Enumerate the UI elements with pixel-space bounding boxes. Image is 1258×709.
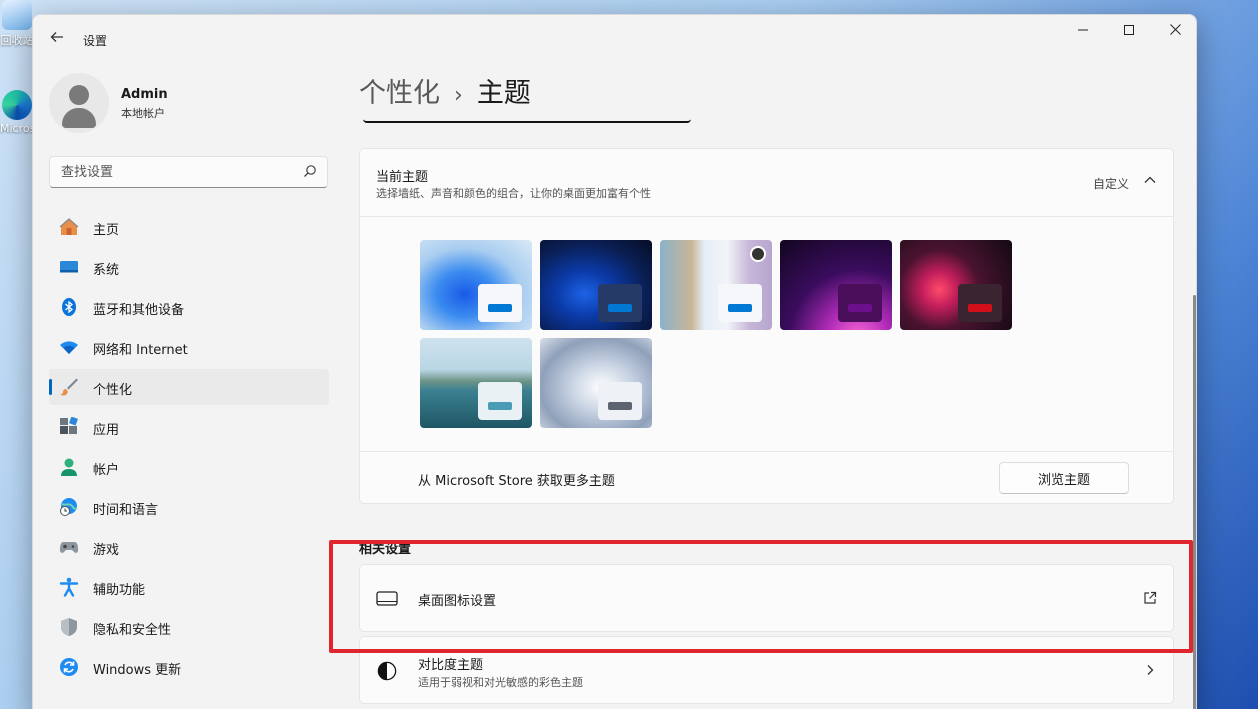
sidebar-item-windows-update[interactable]: Windows 更新 — [49, 649, 329, 685]
minimize-button[interactable] — [1060, 15, 1106, 49]
maximize-icon — [1124, 25, 1134, 35]
sidebar-item-accessibility[interactable]: 辅助功能 — [49, 569, 329, 605]
monitor-icon — [376, 591, 398, 606]
minimize-icon — [1078, 29, 1088, 31]
theme-thumbnail-7[interactable] — [540, 338, 652, 428]
breadcrumb-parent[interactable]: 个性化 — [359, 78, 440, 109]
contrast-themes-row[interactable]: 对比度主题 适用于弱视和对光敏感的彩色主题 — [359, 636, 1174, 704]
close-button[interactable] — [1152, 15, 1196, 49]
sidebar-item-label: 时间和语言 — [93, 503, 159, 518]
sidebar-item-label: 个性化 — [93, 383, 133, 398]
maximize-button[interactable] — [1106, 15, 1152, 49]
desktop-icon-settings-row[interactable]: 桌面图标设置 — [359, 564, 1174, 632]
breadcrumb-separator: › — [454, 83, 463, 108]
sidebar-item-personalization[interactable]: 个性化 — [49, 369, 329, 405]
edge-icon — [2, 90, 32, 120]
sidebar-item-label: 应用 — [93, 423, 120, 438]
store-themes-text: 从 Microsoft Store 获取更多主题 — [418, 474, 615, 489]
globe-clock-icon — [60, 498, 78, 516]
desktop-recycle-bin[interactable]: 回收站 — [0, 0, 34, 48]
theme-thumbnail-3[interactable] — [660, 240, 772, 330]
accessibility-icon — [59, 577, 79, 597]
app-title: 设置 — [83, 34, 108, 48]
search-box[interactable] — [49, 156, 328, 188]
sidebar-item-privacy[interactable]: 隐私和安全性 — [49, 609, 329, 645]
contrast-icon — [377, 661, 397, 681]
close-icon — [1169, 24, 1181, 35]
title-bar: 设置 — [33, 15, 1196, 61]
vertical-scrollbar[interactable] — [1193, 295, 1196, 709]
theme-thumbnail-2[interactable] — [540, 240, 652, 330]
sidebar-item-label: Windows 更新 — [93, 663, 182, 678]
sidebar-nav: 主页 系统 蓝牙和其他设备 网络和 Internet 个性化 应用 帐户 时间和… — [49, 209, 329, 689]
avatar — [49, 73, 109, 133]
sidebar-item-label: 主页 — [93, 223, 120, 238]
current-theme-header[interactable]: 当前主题 选择墙纸、声音和颜色的组合，让你的桌面更加富有个性 自定义 — [360, 149, 1173, 217]
back-button[interactable] — [43, 27, 71, 51]
user-profile[interactable]: Admin 本地帐户 — [49, 73, 339, 133]
wifi-icon — [60, 341, 78, 354]
current-theme-value: 自定义 — [1092, 177, 1129, 191]
home-icon — [59, 218, 79, 235]
external-link-icon — [1144, 591, 1157, 604]
current-theme-subtitle: 选择墙纸、声音和颜色的组合，让你的桌面更加富有个性 — [376, 187, 651, 200]
theme-thumbnail-5[interactable] — [900, 240, 1012, 330]
profile-name: Admin — [121, 87, 168, 102]
desktop-edge[interactable]: Microsoft Edge — [0, 90, 34, 135]
sidebar-item-label: 辅助功能 — [93, 583, 146, 598]
breadcrumb: 个性化 › 主题 — [359, 71, 531, 111]
search-input[interactable] — [50, 157, 290, 187]
sidebar-item-home[interactable]: 主页 — [49, 209, 329, 245]
settings-window: 设置 Admin 本地帐户 主页 系统 蓝牙和其他设 — [32, 14, 1197, 709]
edge-label: Microsoft Edge — [0, 122, 34, 135]
current-theme-title: 当前主题 — [376, 170, 429, 185]
sidebar-item-gaming[interactable]: 游戏 — [49, 529, 329, 565]
sidebar-item-accounts[interactable]: 帐户 — [49, 449, 329, 485]
recycle-bin-icon — [2, 0, 32, 30]
system-monitor-icon — [60, 261, 78, 273]
sidebar-item-label: 隐私和安全性 — [93, 623, 172, 638]
bluetooth-icon — [62, 298, 76, 316]
store-themes-row: 从 Microsoft Store 获取更多主题 浏览主题 — [360, 451, 1173, 503]
chevron-up-icon[interactable] — [1143, 173, 1157, 187]
sidebar-item-apps[interactable]: 应用 — [49, 409, 329, 445]
related-settings-title: 相关设置 — [359, 542, 412, 557]
sidebar-item-label: 网络和 Internet — [93, 343, 188, 358]
search-icon — [304, 165, 316, 177]
update-icon — [60, 658, 78, 676]
arrow-left-icon — [50, 32, 63, 42]
theme-thumbnail-4[interactable] — [780, 240, 892, 330]
profile-account-type: 本地帐户 — [121, 107, 165, 120]
account-icon — [61, 458, 77, 476]
gamepad-icon — [59, 542, 79, 553]
browse-themes-button[interactable]: 浏览主题 — [999, 462, 1129, 494]
sidebar-item-system[interactable]: 系统 — [49, 249, 329, 285]
page-title: 主题 — [476, 78, 531, 109]
shield-icon — [61, 618, 77, 636]
contrast-themes-title: 对比度主题 — [418, 658, 484, 673]
contrast-themes-subtitle: 适用于弱视和对光敏感的彩色主题 — [418, 676, 583, 689]
theme-thumbnail-6[interactable] — [420, 338, 532, 428]
sidebar-item-network[interactable]: 网络和 Internet — [49, 329, 329, 365]
chevron-right-icon — [1147, 665, 1154, 675]
recycle-bin-label: 回收站 — [0, 34, 34, 47]
sidebar-item-label: 帐户 — [93, 463, 120, 478]
sidebar-item-time-language[interactable]: 时间和语言 — [49, 489, 329, 525]
sidebar-item-label: 游戏 — [93, 543, 120, 558]
sidebar-item-label: 蓝牙和其他设备 — [93, 303, 185, 318]
sidebar-item-label: 系统 — [93, 263, 120, 278]
theme-thumbnail-1[interactable] — [420, 240, 532, 330]
desktop-icon-settings-title: 桌面图标设置 — [418, 594, 497, 609]
content-edge — [363, 119, 691, 123]
apps-icon — [60, 417, 78, 434]
selected-check-icon — [750, 246, 766, 262]
sidebar-item-bluetooth[interactable]: 蓝牙和其他设备 — [49, 289, 329, 325]
brush-icon — [60, 378, 78, 396]
current-theme-card: 当前主题 选择墙纸、声音和颜色的组合，让你的桌面更加富有个性 自定义 从 Mic… — [359, 148, 1174, 504]
